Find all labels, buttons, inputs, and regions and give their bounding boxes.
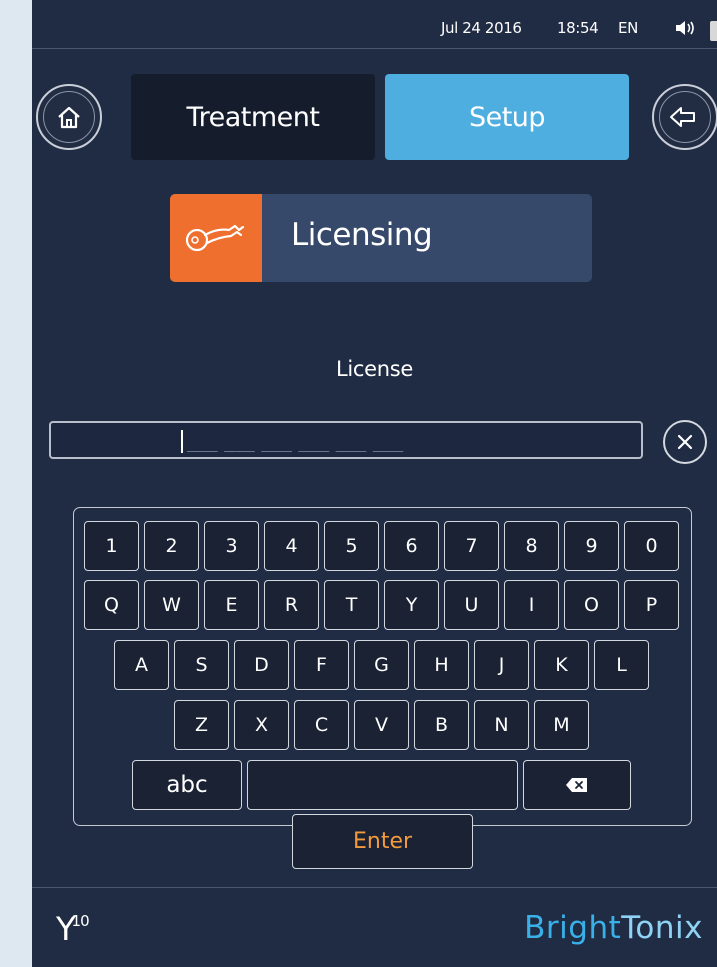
key-o[interactable]: O — [564, 580, 619, 630]
home-button[interactable] — [36, 84, 102, 150]
key-q[interactable]: Q — [84, 580, 139, 630]
back-arrow-icon — [670, 107, 695, 127]
backspace-icon — [566, 778, 587, 792]
key-icon-block — [170, 194, 262, 282]
license-input[interactable]: ____ ____ ____ ____ ____ ____ — [49, 421, 643, 459]
key-r[interactable]: R — [264, 580, 319, 630]
status-bar: Jul 24 2016 18:54 EN — [32, 0, 717, 49]
key-l[interactable]: L — [594, 640, 649, 690]
back-button[interactable] — [652, 84, 717, 150]
clear-x-icon — [677, 434, 693, 450]
enter-button[interactable]: Enter — [292, 814, 473, 869]
brand-part2: Tonix — [621, 910, 703, 946]
key-u[interactable]: U — [444, 580, 499, 630]
model-logo: Y10 — [56, 910, 90, 948]
key-2[interactable]: 2 — [144, 521, 199, 571]
status-time: 18:54 — [557, 19, 599, 37]
key-z[interactable]: Z — [174, 700, 229, 750]
key-8[interactable]: 8 — [504, 521, 559, 571]
language-indicator[interactable]: EN — [618, 19, 638, 37]
license-label: License — [335, 357, 414, 381]
brand-logo: BrightTonix — [524, 910, 703, 946]
volume-icon[interactable] — [675, 20, 695, 36]
key-j[interactable]: J — [474, 640, 529, 690]
key-6[interactable]: 6 — [384, 521, 439, 571]
key-x[interactable]: X — [234, 700, 289, 750]
model-letter: Y — [56, 910, 75, 948]
key-f[interactable]: F — [294, 640, 349, 690]
abc-mode-key[interactable]: abc — [132, 760, 242, 810]
tab-treatment[interactable]: Treatment — [131, 74, 375, 160]
space-key[interactable] — [247, 760, 518, 810]
text-caret — [181, 430, 183, 453]
home-icon — [58, 106, 80, 129]
key-b[interactable]: B — [414, 700, 469, 750]
key-3[interactable]: 3 — [204, 521, 259, 571]
backspace-key[interactable] — [523, 760, 631, 810]
key-4[interactable]: 4 — [264, 521, 319, 571]
key-p[interactable]: P — [624, 580, 679, 630]
model-number: 10 — [71, 912, 90, 931]
status-date: Jul 24 2016 — [441, 19, 522, 37]
key-w[interactable]: W — [144, 580, 199, 630]
key-t[interactable]: T — [324, 580, 379, 630]
key-e[interactable]: E — [204, 580, 259, 630]
key-c[interactable]: C — [294, 700, 349, 750]
clear-button[interactable] — [663, 420, 707, 464]
key-v[interactable]: V — [354, 700, 409, 750]
key-icon — [185, 224, 245, 252]
key-5[interactable]: 5 — [324, 521, 379, 571]
key-7[interactable]: 7 — [444, 521, 499, 571]
key-y[interactable]: Y — [384, 580, 439, 630]
key-m[interactable]: M — [534, 700, 589, 750]
key-i[interactable]: I — [504, 580, 559, 630]
footer-divider — [32, 887, 717, 888]
battery-icon — [710, 21, 717, 41]
brand-part1: Bright — [524, 910, 622, 946]
licensing-section-header: Licensing — [170, 194, 592, 282]
key-9[interactable]: 9 — [564, 521, 619, 571]
key-1[interactable]: 1 — [84, 521, 139, 571]
key-h[interactable]: H — [414, 640, 469, 690]
key-a[interactable]: A — [114, 640, 169, 690]
key-0[interactable]: 0 — [624, 521, 679, 571]
device-screen: Jul 24 2016 18:54 EN Treatment Setup Lic… — [32, 0, 717, 967]
key-s[interactable]: S — [174, 640, 229, 690]
tab-setup[interactable]: Setup — [385, 74, 629, 160]
key-d[interactable]: D — [234, 640, 289, 690]
key-g[interactable]: G — [354, 640, 409, 690]
key-k[interactable]: K — [534, 640, 589, 690]
section-title: Licensing — [291, 217, 433, 253]
key-n[interactable]: N — [474, 700, 529, 750]
license-mask: ____ ____ ____ ____ ____ ____ — [187, 436, 403, 452]
